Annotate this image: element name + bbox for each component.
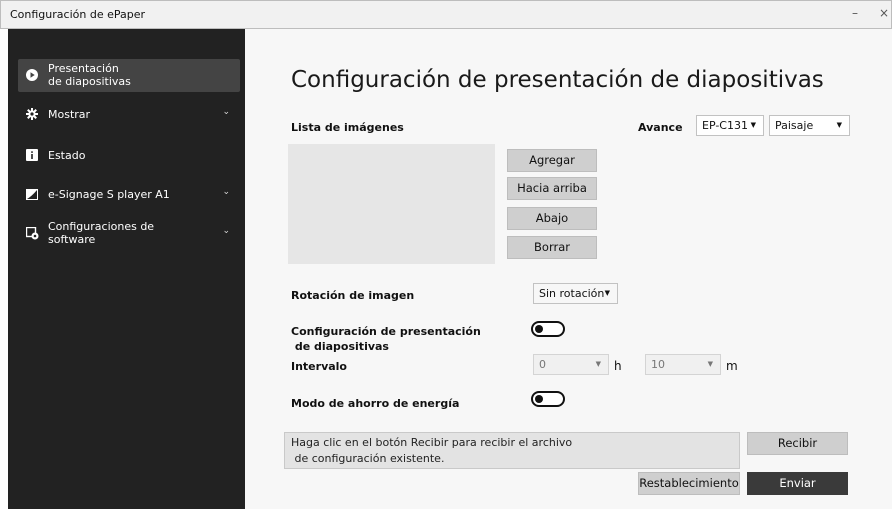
- rotation-select-value: Sin rotación: [539, 287, 605, 300]
- sidebar: Presentación de diapositivas Mostrar ⌄ E…: [8, 29, 245, 509]
- chevron-down-icon: ⌄: [222, 187, 230, 197]
- receive-button[interactable]: Recibir: [747, 432, 848, 455]
- caret-down-icon: ▼: [750, 121, 756, 129]
- image-list[interactable]: [288, 144, 495, 264]
- interval-hours-select[interactable]: 0 ▼: [533, 354, 609, 375]
- sidebar-item-status[interactable]: Estado: [18, 146, 240, 166]
- window-title: Configuración de ePaper: [10, 8, 145, 21]
- chevron-down-icon: ⌄: [222, 107, 230, 117]
- minutes-unit: m: [726, 359, 738, 373]
- sidebar-item-display[interactable]: Mostrar ⌄: [18, 105, 240, 125]
- signage-icon: [26, 189, 38, 201]
- advance-label: Avance: [638, 121, 683, 134]
- info-icon: [26, 149, 38, 161]
- model-select[interactable]: EP-C131 ▼: [696, 115, 764, 136]
- delete-button[interactable]: Borrar: [507, 236, 597, 259]
- image-list-label: Lista de imágenes: [291, 121, 404, 134]
- slideshow-setting-label: Configuración de presentación de diaposi…: [291, 325, 481, 353]
- sidebar-item-label: e-Signage S player A1: [48, 188, 170, 201]
- play-circle-icon: [26, 69, 38, 81]
- title-bar: Configuración de ePaper – ×: [0, 0, 892, 29]
- toggle-knob: [535, 395, 543, 403]
- sidebar-item-slideshow[interactable]: Presentación de diapositivas: [18, 59, 240, 92]
- caret-down-icon: ▼: [836, 121, 842, 129]
- sidebar-item-label: Estado: [48, 149, 86, 162]
- toggle-knob: [535, 325, 543, 333]
- interval-hours-value: 0: [539, 358, 546, 371]
- close-button[interactable]: ×: [879, 6, 889, 20]
- message-text: Haga clic en el botón Recibir para recib…: [291, 436, 573, 465]
- chevron-down-icon: ⌄: [222, 226, 230, 236]
- main-panel: Configuración de presentación de diaposi…: [245, 29, 892, 509]
- sidebar-item-esignage[interactable]: e-Signage S player A1 ⌄: [18, 185, 240, 205]
- move-up-button[interactable]: Hacia arriba: [507, 177, 597, 200]
- rotation-select[interactable]: Sin rotación ▼: [533, 283, 618, 304]
- slideshow-toggle[interactable]: [531, 321, 565, 337]
- send-button[interactable]: Enviar: [747, 472, 848, 495]
- caret-down-icon: ▼: [707, 360, 713, 368]
- power-save-label: Modo de ahorro de energía: [291, 397, 460, 410]
- gear-icon: [26, 108, 38, 120]
- interval-minutes-select[interactable]: 10 ▼: [645, 354, 721, 375]
- caret-down-icon: ▼: [595, 360, 601, 368]
- sidebar-item-label: Presentación de diapositivas: [48, 62, 131, 88]
- interval-minutes-value: 10: [651, 358, 665, 371]
- model-select-value: EP-C131: [702, 119, 748, 132]
- orientation-select-value: Paisaje: [775, 119, 814, 132]
- power-save-toggle[interactable]: [531, 391, 565, 407]
- sidebar-item-software[interactable]: Configuraciones de software ⌄: [18, 218, 240, 248]
- caret-down-icon: ▼: [604, 289, 610, 297]
- move-down-button[interactable]: Abajo: [507, 207, 597, 230]
- sidebar-item-label: Mostrar: [48, 108, 91, 121]
- rotation-label: Rotación de imagen: [291, 289, 415, 302]
- minimize-button[interactable]: –: [852, 6, 858, 20]
- sidebar-item-label: Configuraciones de software: [48, 220, 155, 246]
- add-button[interactable]: Agregar: [507, 149, 597, 172]
- interval-label: Intervalo: [291, 360, 347, 373]
- message-box: Haga clic en el botón Recibir para recib…: [284, 432, 740, 469]
- page-title: Configuración de presentación de diaposi…: [291, 67, 824, 93]
- reset-button[interactable]: Restablecimiento: [638, 472, 740, 495]
- orientation-select[interactable]: Paisaje ▼: [769, 115, 850, 136]
- hours-unit: h: [614, 359, 622, 373]
- software-settings-icon: [25, 226, 39, 240]
